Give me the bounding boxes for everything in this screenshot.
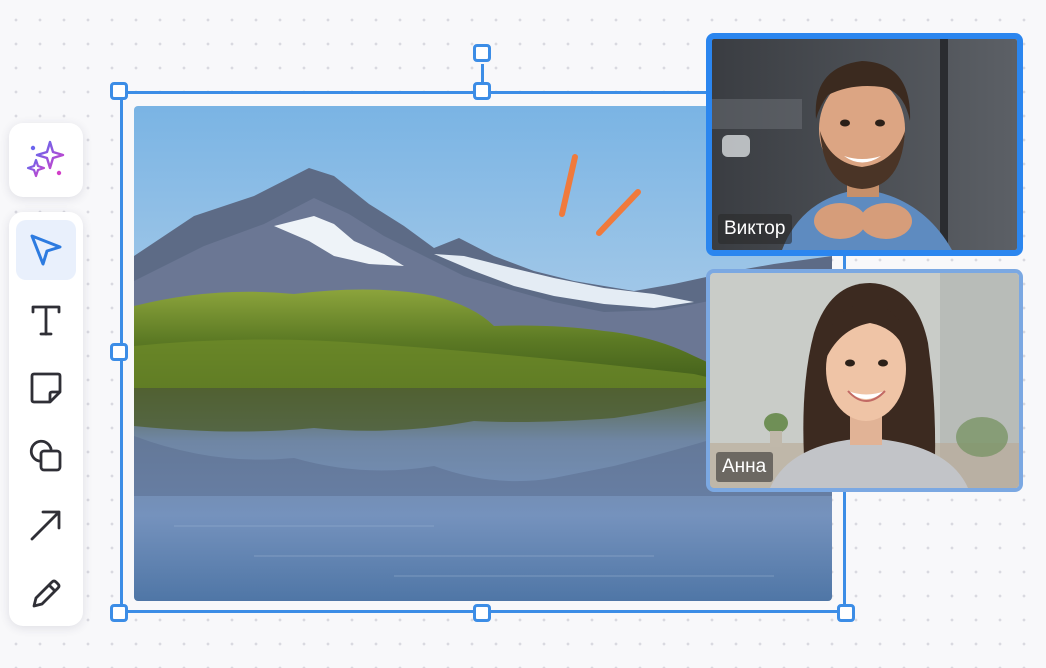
sticky-note-icon (30, 372, 62, 404)
highlight-strokes (559, 154, 641, 236)
text-icon (31, 305, 61, 336)
arrow-icon (30, 510, 61, 541)
tool-sticky-note[interactable] (16, 358, 76, 418)
tool-pen[interactable] (16, 564, 76, 624)
pen-icon (32, 579, 61, 608)
resize-handle-bottom-left[interactable] (110, 604, 128, 622)
tool-shapes[interactable] (16, 426, 76, 486)
tool-text[interactable] (16, 290, 76, 350)
ai-assistant-button[interactable] (9, 123, 83, 197)
participant-name: Анна (716, 452, 774, 482)
tools-toolbar (9, 212, 83, 626)
participant-name: Виктор (718, 214, 793, 244)
resize-handle-bottom[interactable] (473, 604, 491, 622)
video-tile-active-speaker[interactable]: Виктор (706, 33, 1023, 256)
resize-handle-left[interactable] (110, 343, 128, 361)
rotate-handle[interactable] (473, 44, 491, 62)
shapes-icon (29, 439, 62, 472)
resize-handle-bottom-right[interactable] (837, 604, 855, 622)
video-tile-participant[interactable]: Анна (706, 269, 1023, 492)
sparkle-icon (26, 140, 65, 178)
resize-handle-top[interactable] (473, 82, 491, 100)
tool-arrow[interactable] (16, 495, 76, 555)
resize-handle-top-left[interactable] (110, 82, 128, 100)
cursor-arrow-icon (30, 234, 62, 266)
tool-select[interactable] (16, 220, 76, 280)
